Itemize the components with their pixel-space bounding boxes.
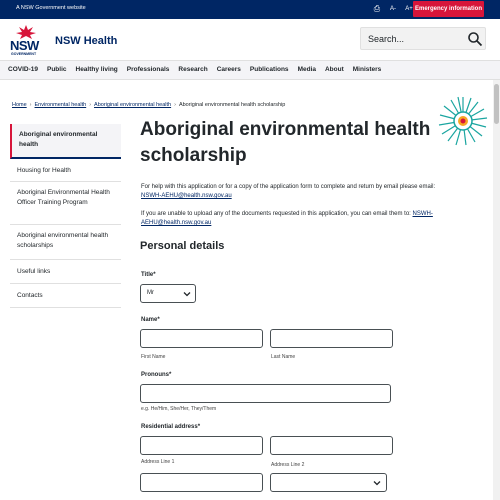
- address-line-1-input[interactable]: [140, 436, 263, 455]
- sidebar-item-label: Useful links: [17, 268, 51, 275]
- first-name-hint: First Name: [141, 354, 166, 360]
- logo-wordmark: NSW: [10, 38, 39, 53]
- breadcrumb-separator-icon: ›: [174, 102, 176, 108]
- upload-paragraph: If you are unable to upload any of the d…: [141, 210, 493, 228]
- sidebar-item-label: Housing for Health: [17, 167, 71, 174]
- government-masthead: A NSW Government website ⎙ A- A+ Emergen…: [0, 0, 500, 19]
- upload-text: If you are unable to upload any of the d…: [141, 211, 411, 217]
- nav-item-media[interactable]: Media: [298, 66, 316, 73]
- sidebar-navigation: Aboriginal environmental health Housing …: [10, 124, 121, 308]
- title-label: Title*: [141, 272, 156, 278]
- suburb-input[interactable]: [140, 473, 263, 492]
- nav-item-covid-19[interactable]: COVID-19: [8, 66, 38, 73]
- pronouns-label: Pronouns*: [141, 372, 172, 378]
- chevron-down-icon: [183, 292, 191, 297]
- scrollbar-thumb[interactable]: [494, 84, 499, 124]
- chevron-down-icon: [373, 481, 381, 486]
- breadcrumb-home[interactable]: Home: [12, 102, 27, 108]
- breadcrumb-environmental-health[interactable]: Environmental health: [35, 102, 87, 108]
- search-box[interactable]: Search...: [360, 27, 486, 50]
- government-website-label: A NSW Government website: [16, 5, 86, 11]
- title-select-value: Mr: [147, 290, 154, 296]
- breadcrumb: Home › Environmental health › Aboriginal env…: [12, 102, 285, 108]
- nav-item-publications[interactable]: Publications: [250, 66, 289, 73]
- sidebar-item-label: Aboriginal Environmental Health Officer …: [17, 189, 110, 206]
- sidebar-item-contacts[interactable]: Contacts: [10, 284, 121, 308]
- pronouns-input[interactable]: [140, 384, 391, 403]
- help-paragraph: For help with this application or for a …: [141, 183, 493, 201]
- sidebar-item-label: Aboriginal environmental health scholars…: [17, 232, 109, 249]
- page-scrollbar[interactable]: [493, 80, 500, 500]
- sidebar-item-housing-for-health[interactable]: Housing for Health: [10, 159, 121, 182]
- nav-item-professionals[interactable]: Professionals: [127, 66, 170, 73]
- title-select[interactable]: Mr: [140, 284, 196, 303]
- main-navigation: COVID-19 Public Healthy living Professio…: [0, 60, 500, 80]
- last-name-input[interactable]: [270, 329, 393, 348]
- nav-item-research[interactable]: Research: [178, 66, 207, 73]
- site-title[interactable]: NSW Health: [55, 35, 117, 47]
- breadcrumb-separator-icon: ›: [89, 102, 92, 108]
- text-decrease-icon[interactable]: A-: [388, 4, 398, 14]
- nav-item-healthy-living[interactable]: Healthy living: [76, 66, 118, 73]
- section-title-personal-details: Personal details: [140, 240, 225, 252]
- address-line-2-hint: Address Line 2: [271, 462, 305, 468]
- search-icon[interactable]: [467, 31, 483, 47]
- pronouns-hint: e.g. He/Him, She/Her, They/Them: [141, 406, 217, 412]
- state-select[interactable]: [270, 473, 387, 492]
- help-text: For help with this application or for a …: [141, 184, 436, 190]
- help-email-link[interactable]: NSWH-AEHU@health.nsw.gov.au: [141, 193, 232, 199]
- sidebar-item-officer-training-program[interactable]: Aboriginal Environmental Health Officer …: [10, 182, 121, 225]
- search-input[interactable]: Search...: [368, 34, 404, 44]
- residential-address-label: Residential address*: [141, 424, 201, 430]
- accessibility-tools: ⎙ A- A+: [372, 4, 414, 14]
- breadcrumb-aboriginal-environmental-health[interactable]: Aboriginal environmental health: [94, 102, 171, 108]
- printer-icon[interactable]: ⎙: [372, 4, 382, 14]
- first-name-input[interactable]: [140, 329, 263, 348]
- sidebar-item-aboriginal-environmental-health[interactable]: Aboriginal environmental health: [10, 124, 121, 159]
- emergency-information-button[interactable]: Emergency information: [413, 1, 484, 17]
- address-line-2-input[interactable]: [270, 436, 393, 455]
- address-line-1-hint: Address Line 1: [141, 459, 175, 465]
- nav-item-public[interactable]: Public: [47, 66, 67, 73]
- sidebar-item-label: Aboriginal environmental health: [19, 131, 98, 148]
- nav-item-about[interactable]: About: [325, 66, 344, 73]
- breadcrumb-current: Aboriginal environmental health scholars…: [178, 102, 286, 108]
- sidebar-item-useful-links[interactable]: Useful links: [10, 260, 121, 284]
- sidebar-item-scholarships[interactable]: Aboriginal environmental health scholars…: [10, 225, 121, 260]
- name-label: Name*: [141, 317, 160, 323]
- page-title: Aboriginal environmental health scholars…: [140, 119, 431, 166]
- nsw-government-logo[interactable]: NSW GOVERNMENT: [10, 24, 43, 58]
- logo-subtitle: GOVERNMENT: [11, 52, 37, 56]
- breadcrumb-separator-icon: ›: [29, 102, 32, 108]
- nav-item-careers[interactable]: Careers: [217, 66, 241, 73]
- sidebar-item-label: Contacts: [17, 292, 43, 299]
- last-name-hint: Last Name: [271, 354, 296, 360]
- nav-item-ministers[interactable]: Ministers: [353, 66, 382, 73]
